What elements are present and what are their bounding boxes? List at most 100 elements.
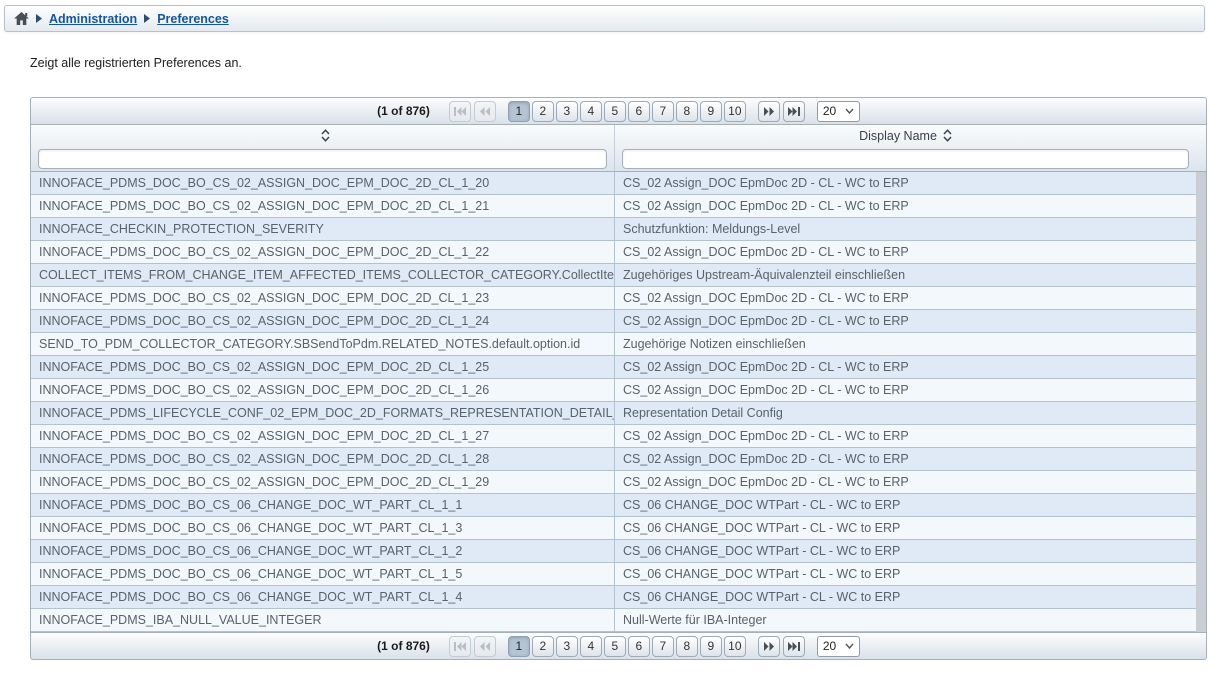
- page-button-10[interactable]: 10: [724, 101, 746, 122]
- page-button-5[interactable]: 5: [604, 101, 626, 122]
- next-page-button[interactable]: [758, 636, 780, 657]
- display-name-cell: Representation Detail Config: [615, 402, 1196, 424]
- page-button-9[interactable]: 9: [700, 101, 722, 122]
- preference-name-cell: INNOFACE_PDMS_DOC_BO_CS_06_CHANGE_DOC_WT…: [31, 517, 615, 539]
- page-button-3[interactable]: 3: [556, 101, 578, 122]
- previous-page-button[interactable]: [474, 101, 496, 122]
- table-row[interactable]: INNOFACE_PDMS_DOC_BO_CS_02_ASSIGN_DOC_EP…: [31, 241, 1196, 264]
- column-header-display-name[interactable]: Display Name: [615, 125, 1196, 146]
- page-button-2[interactable]: 2: [532, 101, 554, 122]
- table-row[interactable]: INNOFACE_PDMS_IBA_NULL_VALUE_INTEGERNull…: [31, 609, 1196, 632]
- chevron-right-icon: [144, 14, 150, 23]
- next-page-button[interactable]: [758, 101, 780, 122]
- table-row[interactable]: INNOFACE_PDMS_DOC_BO_CS_06_CHANGE_DOC_WT…: [31, 517, 1196, 540]
- first-page-button[interactable]: [449, 636, 471, 657]
- display-name-cell: CS_02 Assign_DOC EpmDoc 2D - CL - WC to …: [615, 241, 1196, 263]
- table-row[interactable]: INNOFACE_PDMS_DOC_BO_CS_02_ASSIGN_DOC_EP…: [31, 448, 1196, 471]
- page-button-4[interactable]: 4: [580, 101, 602, 122]
- display-name-filter-input[interactable]: [622, 149, 1189, 169]
- paginator-current-page-report: (1 of 876): [377, 104, 430, 118]
- display-name-cell: CS_06 CHANGE_DOC WTPart - CL - WC to ERP: [615, 494, 1196, 516]
- page-button-4[interactable]: 4: [580, 636, 602, 657]
- table-row[interactable]: INNOFACE_PDMS_DOC_BO_CS_06_CHANGE_DOC_WT…: [31, 494, 1196, 517]
- display-name-cell: Zugehöriges Upstream-Äquivalenzteil eins…: [615, 264, 1196, 286]
- rows-per-page-dropdown[interactable]: 20: [817, 636, 860, 657]
- page-button-7[interactable]: 7: [652, 636, 674, 657]
- table-body: INNOFACE_PDMS_DOC_BO_CS_02_ASSIGN_DOC_EP…: [30, 172, 1207, 632]
- table-row[interactable]: INNOFACE_PDMS_DOC_BO_CS_06_CHANGE_DOC_WT…: [31, 540, 1196, 563]
- chevron-right-icon: [36, 14, 42, 23]
- page-button-8[interactable]: 8: [676, 101, 698, 122]
- previous-page-button[interactable]: [474, 636, 496, 657]
- name-filter-input[interactable]: [38, 149, 607, 169]
- table-row[interactable]: INNOFACE_PDMS_DOC_BO_CS_06_CHANGE_DOC_WT…: [31, 563, 1196, 586]
- paginator-current-page-report: (1 of 876): [377, 639, 430, 653]
- preference-name-cell: INNOFACE_PDMS_IBA_NULL_VALUE_INTEGER: [31, 609, 615, 631]
- table-row[interactable]: INNOFACE_CHECKIN_PROTECTION_SEVERITYSchu…: [31, 218, 1196, 241]
- preference-name-cell: INNOFACE_PDMS_DOC_BO_CS_06_CHANGE_DOC_WT…: [31, 494, 615, 516]
- column-header-display-name-label: Display Name: [859, 129, 937, 143]
- preference-name-cell: INNOFACE_PDMS_DOC_BO_CS_06_CHANGE_DOC_WT…: [31, 563, 615, 585]
- preference-name-cell: INNOFACE_PDMS_DOC_BO_CS_02_ASSIGN_DOC_EP…: [31, 471, 615, 493]
- page-links: 12345678910: [508, 101, 746, 122]
- rows-per-page-dropdown[interactable]: 20: [817, 101, 860, 122]
- preference-name-cell: INNOFACE_PDMS_DOC_BO_CS_02_ASSIGN_DOC_EP…: [31, 425, 615, 447]
- breadcrumb: Administration Preferences: [4, 5, 1205, 32]
- display-name-cell: CS_02 Assign_DOC EpmDoc 2D - CL - WC to …: [615, 287, 1196, 309]
- display-name-cell: CS_02 Assign_DOC EpmDoc 2D - CL - WC to …: [615, 172, 1196, 194]
- display-name-cell: CS_06 CHANGE_DOC WTPart - CL - WC to ERP: [615, 517, 1196, 539]
- column-header-name[interactable]: [31, 125, 615, 146]
- page-button-1[interactable]: 1: [508, 636, 530, 657]
- table-row[interactable]: INNOFACE_PDMS_DOC_BO_CS_02_ASSIGN_DOC_EP…: [31, 172, 1196, 195]
- rows-per-page-value: 20: [823, 639, 836, 653]
- paginator-bottom: (1 of 876) 12345678910 20: [30, 632, 1207, 660]
- table-row[interactable]: INNOFACE_PDMS_DOC_BO_CS_02_ASSIGN_DOC_EP…: [31, 195, 1196, 218]
- last-page-button[interactable]: [783, 101, 805, 122]
- table-header: Display Name: [30, 125, 1207, 172]
- breadcrumb-item-administration[interactable]: Administration: [49, 12, 137, 26]
- preference-name-cell: INNOFACE_PDMS_DOC_BO_CS_02_ASSIGN_DOC_EP…: [31, 356, 615, 378]
- table-row[interactable]: SEND_TO_PDM_COLLECTOR_CATEGORY.SBSendToP…: [31, 333, 1196, 356]
- display-name-cell: CS_02 Assign_DOC EpmDoc 2D - CL - WC to …: [615, 425, 1196, 447]
- table-row[interactable]: INNOFACE_PDMS_DOC_BO_CS_06_CHANGE_DOC_WT…: [31, 586, 1196, 609]
- page-button-3[interactable]: 3: [556, 636, 578, 657]
- display-name-cell: CS_06 CHANGE_DOC WTPart - CL - WC to ERP: [615, 540, 1196, 562]
- display-name-cell: CS_02 Assign_DOC EpmDoc 2D - CL - WC to …: [615, 379, 1196, 401]
- page-button-8[interactable]: 8: [676, 636, 698, 657]
- page-links: 12345678910: [508, 636, 746, 657]
- table-row[interactable]: COLLECT_ITEMS_FROM_CHANGE_ITEM_AFFECTED_…: [31, 264, 1196, 287]
- home-icon[interactable]: [14, 12, 29, 25]
- table-row[interactable]: INNOFACE_PDMS_LIFECYCLE_CONF_02_EPM_DOC_…: [31, 402, 1196, 425]
- table-row[interactable]: INNOFACE_PDMS_DOC_BO_CS_02_ASSIGN_DOC_EP…: [31, 287, 1196, 310]
- chevron-down-icon: [845, 643, 854, 649]
- display-name-cell: CS_02 Assign_DOC EpmDoc 2D - CL - WC to …: [615, 195, 1196, 217]
- page-button-2[interactable]: 2: [532, 636, 554, 657]
- preference-name-cell: INNOFACE_PDMS_DOC_BO_CS_06_CHANGE_DOC_WT…: [31, 586, 615, 608]
- table-row[interactable]: INNOFACE_PDMS_DOC_BO_CS_02_ASSIGN_DOC_EP…: [31, 379, 1196, 402]
- page-button-6[interactable]: 6: [628, 101, 650, 122]
- page-description: Zeigt alle registrierten Preferences an.: [30, 56, 242, 70]
- paginator-top: (1 of 876) 12345678910 20: [30, 97, 1207, 125]
- page-button-6[interactable]: 6: [628, 636, 650, 657]
- page-button-1[interactable]: 1: [508, 101, 530, 122]
- table-row[interactable]: INNOFACE_PDMS_DOC_BO_CS_02_ASSIGN_DOC_EP…: [31, 471, 1196, 494]
- display-name-cell: CS_02 Assign_DOC EpmDoc 2D - CL - WC to …: [615, 310, 1196, 332]
- table-row[interactable]: INNOFACE_PDMS_DOC_BO_CS_02_ASSIGN_DOC_EP…: [31, 425, 1196, 448]
- page-button-9[interactable]: 9: [700, 636, 722, 657]
- last-page-button[interactable]: [783, 636, 805, 657]
- preference-name-cell: INNOFACE_PDMS_DOC_BO_CS_06_CHANGE_DOC_WT…: [31, 540, 615, 562]
- preference-name-cell: INNOFACE_PDMS_DOC_BO_CS_02_ASSIGN_DOC_EP…: [31, 287, 615, 309]
- first-page-button[interactable]: [449, 101, 471, 122]
- page-button-10[interactable]: 10: [724, 636, 746, 657]
- table-row[interactable]: INNOFACE_PDMS_DOC_BO_CS_02_ASSIGN_DOC_EP…: [31, 356, 1196, 379]
- display-name-cell: CS_02 Assign_DOC EpmDoc 2D - CL - WC to …: [615, 448, 1196, 470]
- breadcrumb-item-preferences[interactable]: Preferences: [157, 12, 229, 26]
- sort-icon: [321, 129, 330, 142]
- page-button-5[interactable]: 5: [604, 636, 626, 657]
- preference-name-cell: INNOFACE_PDMS_DOC_BO_CS_02_ASSIGN_DOC_EP…: [31, 379, 615, 401]
- display-name-cell: CS_02 Assign_DOC EpmDoc 2D - CL - WC to …: [615, 356, 1196, 378]
- preferences-table-panel: (1 of 876)1234567891020 Display Name: [30, 97, 1207, 660]
- page-button-7[interactable]: 7: [652, 101, 674, 122]
- display-name-cell: Schutzfunktion: Meldungs-Level: [615, 218, 1196, 240]
- table-row[interactable]: INNOFACE_PDMS_DOC_BO_CS_02_ASSIGN_DOC_EP…: [31, 310, 1196, 333]
